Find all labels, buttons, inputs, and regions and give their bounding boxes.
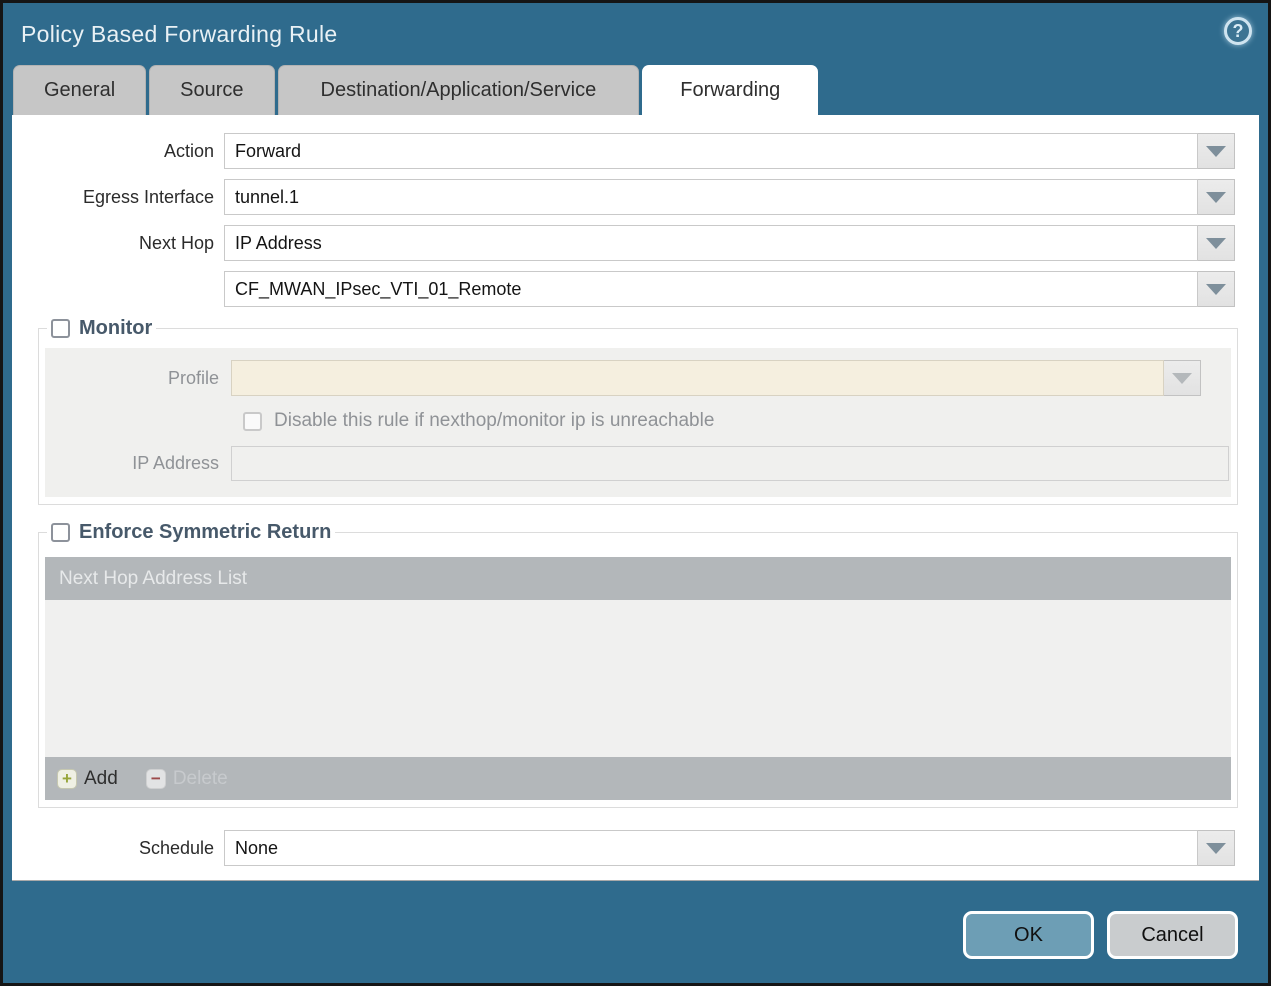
profile-dropdown-button: [1164, 360, 1201, 396]
disable-rule-checkbox: [243, 411, 262, 431]
next-hop-address-dropdown-button[interactable]: [1198, 271, 1235, 307]
chevron-down-icon: [1206, 145, 1226, 157]
egress-interface-dropdown-button[interactable]: [1198, 179, 1235, 215]
add-button-label: Add: [84, 767, 118, 789]
schedule-label: Schedule: [138, 837, 214, 858]
monitor-ip-address-input: [231, 446, 1229, 481]
profile-label: Profile: [167, 367, 219, 388]
tab-bar: General Source Destination/Application/S…: [3, 65, 1268, 115]
next-hop-address-row: [12, 271, 1235, 307]
monitor-legend-label: Monitor: [79, 317, 153, 339]
egress-interface-combo: [224, 179, 1235, 215]
action-dropdown-button[interactable]: [1198, 133, 1235, 169]
schedule-row: Schedule: [12, 830, 1235, 866]
tab-forwarding-label: Forwarding: [680, 79, 781, 101]
add-icon: +: [57, 768, 77, 789]
delete-button-label: Delete: [172, 767, 228, 789]
action-label: Action: [163, 140, 214, 161]
schedule-dropdown-button[interactable]: [1198, 830, 1235, 866]
tab-general[interactable]: General: [13, 65, 147, 115]
disable-rule-label: Disable this rule if nexthop/monitor ip …: [274, 410, 715, 431]
dialog-title: Policy Based Forwarding Rule: [21, 20, 338, 47]
tab-general-label: General: [44, 79, 116, 101]
ok-button[interactable]: OK: [963, 911, 1094, 959]
disable-rule-row: Disable this rule if nexthop/monitor ip …: [243, 410, 1231, 432]
next-hop-combo: [224, 225, 1235, 261]
egress-interface-label: Egress Interface: [82, 186, 214, 207]
next-hop-input[interactable]: [224, 225, 1198, 261]
next-hop-row: Next Hop: [12, 225, 1235, 261]
symmetric-return-legend: Enforce Symmetric Return: [47, 521, 335, 544]
next-hop-dropdown-button[interactable]: [1198, 225, 1235, 261]
monitor-legend: Monitor: [47, 317, 156, 340]
symmetric-return-group: Enforce Symmetric Return Next Hop Addres…: [38, 521, 1238, 808]
monitor-checkbox[interactable]: [51, 319, 70, 338]
next-hop-address-table-toolbar: + Add − Delete: [45, 757, 1231, 800]
monitor-group: Monitor Profile Disable this rule if nex…: [38, 317, 1238, 505]
tab-source[interactable]: Source: [149, 65, 275, 115]
monitor-ip-address-row: IP Address: [45, 446, 1231, 481]
monitor-ip-address-label: IP Address: [132, 453, 219, 473]
pbf-rule-dialog: Policy Based Forwarding Rule ? General S…: [0, 0, 1271, 986]
action-row: Action: [12, 133, 1235, 169]
delete-button: − Delete: [145, 767, 228, 790]
cancel-button[interactable]: Cancel: [1107, 911, 1238, 959]
title-bar: Policy Based Forwarding Rule ?: [3, 3, 1268, 65]
symmetric-return-checkbox[interactable]: [51, 523, 70, 542]
next-hop-address-combo: [224, 271, 1235, 307]
action-combo: [224, 133, 1235, 169]
next-hop-address-table-header: Next Hop Address List: [45, 557, 1231, 600]
next-hop-address-list-column-header: Next Hop Address List: [59, 567, 247, 589]
tab-source-label: Source: [180, 79, 244, 101]
profile-input: [231, 360, 1164, 396]
tab-forwarding[interactable]: Forwarding: [642, 65, 819, 115]
schedule-combo: [224, 830, 1235, 866]
tab-destination-label: Destination/Application/Service: [320, 79, 597, 101]
tab-destination-application-service[interactable]: Destination/Application/Service: [277, 65, 640, 115]
next-hop-address-table-body[interactable]: [45, 600, 1231, 757]
next-hop-label: Next Hop: [138, 232, 214, 253]
add-button[interactable]: + Add: [57, 768, 118, 790]
symmetric-return-legend-label: Enforce Symmetric Return: [79, 521, 332, 543]
chevron-down-icon: [1206, 283, 1226, 295]
dialog-footer: OK Cancel: [3, 884, 1268, 983]
schedule-input[interactable]: [224, 830, 1198, 866]
egress-interface-row: Egress Interface: [12, 179, 1235, 215]
chevron-down-icon: [1172, 372, 1192, 384]
profile-combo: [231, 360, 1201, 396]
help-icon[interactable]: ?: [1224, 17, 1252, 45]
profile-row: Profile: [45, 360, 1231, 396]
next-hop-address-input[interactable]: [224, 271, 1198, 307]
chevron-down-icon: [1206, 237, 1226, 249]
forwarding-tab-panel: Action Egress Interface Next Hop: [12, 115, 1259, 881]
delete-icon: −: [145, 768, 166, 789]
egress-interface-input[interactable]: [224, 179, 1198, 215]
monitor-panel: Profile Disable this rule if nexthop/mon…: [45, 348, 1231, 497]
chevron-down-icon: [1206, 842, 1226, 854]
next-hop-address-table: Next Hop Address List + Add − Delete: [45, 557, 1231, 800]
chevron-down-icon: [1206, 191, 1226, 203]
action-input[interactable]: [224, 133, 1198, 169]
